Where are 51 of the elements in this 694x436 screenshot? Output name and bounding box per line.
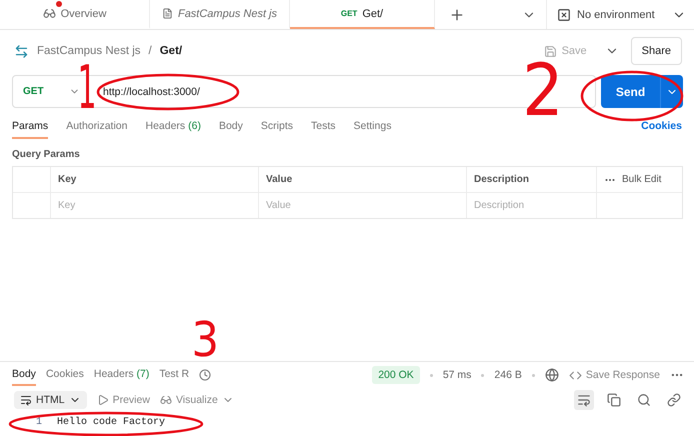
- annotation-number: 3: [192, 316, 220, 364]
- column-header: Description: [466, 167, 596, 192]
- collection-tab[interactable]: FastCampus Nest js: [150, 0, 290, 29]
- request-tab[interactable]: Settings: [354, 120, 392, 139]
- line-number: 1: [36, 417, 42, 428]
- code-line: Hello code Factory: [57, 417, 166, 428]
- response-size: 246 B: [494, 369, 522, 381]
- wrap-icon[interactable]: [574, 390, 594, 410]
- lines-icon: [20, 394, 32, 406]
- response-tab[interactable]: Test R: [159, 364, 190, 386]
- format-select[interactable]: HTML: [14, 390, 87, 408]
- section-title: Query Params: [11, 149, 81, 160]
- request-tab[interactable]: Params: [12, 120, 48, 139]
- save-response-button[interactable]: Save Response: [568, 368, 660, 382]
- response-tab[interactable]: Body: [12, 364, 36, 386]
- globe-icon[interactable]: [544, 368, 559, 382]
- collection-breadcrumb[interactable]: FastCampus Nest js: [37, 45, 141, 57]
- breadcrumb-separator: /: [148, 45, 152, 57]
- preview-button[interactable]: Preview: [96, 394, 150, 406]
- request-tab[interactable]: Scripts: [260, 120, 293, 139]
- request-tab[interactable]: Headers (6): [145, 120, 201, 139]
- param-input-field[interactable]: Value: [258, 192, 466, 218]
- column-header: Key: [50, 167, 258, 192]
- copy-glyph-icon: [607, 392, 621, 406]
- document-icon: [162, 7, 173, 20]
- param-input-field[interactable]: Description: [466, 192, 596, 218]
- status-badge: 200 OK: [372, 366, 420, 384]
- glasses-icon: [160, 394, 172, 406]
- environment-selector[interactable]: No environment: [546, 0, 694, 29]
- chain-icon: [667, 392, 681, 406]
- cookies-link[interactable]: Cookies: [641, 120, 682, 139]
- request-name: Get/: [160, 45, 182, 57]
- visualize-button[interactable]: Visualize: [160, 394, 234, 406]
- request-tab[interactable]: Body: [218, 120, 243, 139]
- request-tab[interactable]: Authorization: [66, 120, 128, 139]
- share-button[interactable]: Share: [630, 37, 682, 65]
- response-tab[interactable]: Cookies: [46, 364, 84, 386]
- no-environment-icon: [557, 8, 571, 22]
- overview-tab[interactable]: Overview: [0, 0, 150, 29]
- column-header: Value: [258, 167, 466, 192]
- request-tab[interactable]: Tests: [310, 120, 336, 139]
- play-icon: [96, 394, 109, 406]
- history-icon[interactable]: [199, 369, 212, 381]
- param-input-field[interactable]: Key: [50, 192, 258, 218]
- wrap-lines-icon: [577, 392, 591, 406]
- bulk-edit-button[interactable]: Bulk Edit: [596, 167, 682, 192]
- response-time: 57 ms: [442, 369, 472, 381]
- code-icon: [568, 368, 582, 382]
- request-tab[interactable]: GET Get/: [290, 0, 435, 29]
- magnifier-icon: [637, 392, 651, 406]
- response-tab[interactable]: Headers (7): [94, 364, 150, 386]
